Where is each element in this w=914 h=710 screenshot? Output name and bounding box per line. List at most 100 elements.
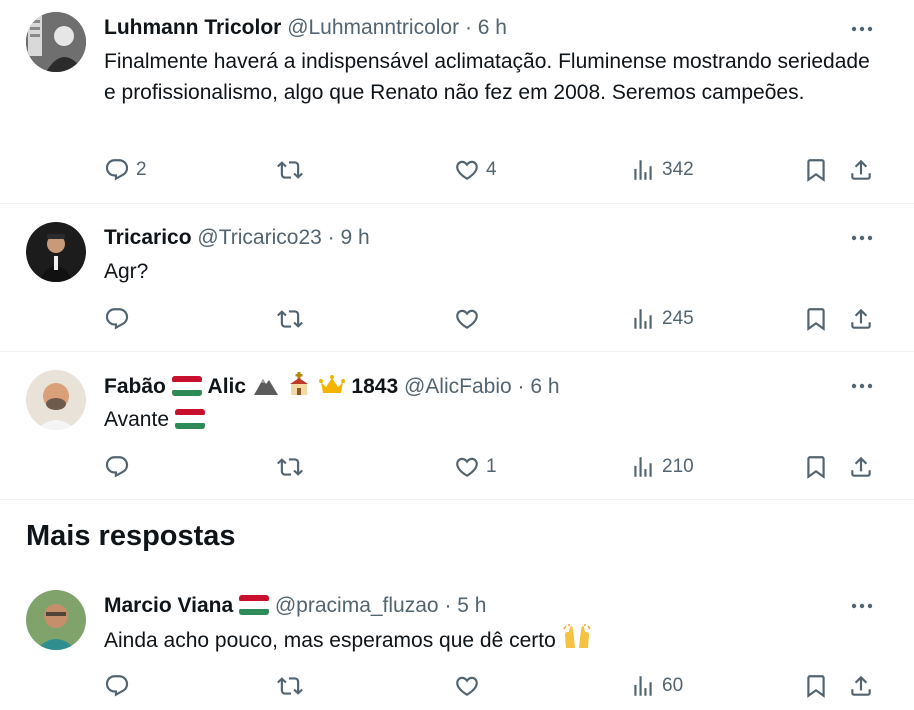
- action-bar: 2 4 342: [104, 155, 878, 185]
- more-icon: [851, 603, 873, 609]
- reply-tweet[interactable]: Marcio Viana @pracima_fluzao · 5 h Ainda…: [0, 572, 914, 710]
- views-button[interactable]: 342: [630, 155, 694, 185]
- section-title: Mais respostas: [26, 520, 236, 552]
- reply-tweet[interactable]: Luhmann Tricolor @Luhmanntricolor · 6 h …: [0, 0, 914, 204]
- views-icon: [634, 676, 652, 696]
- church-icon: [289, 372, 308, 395]
- mountain-icon: [253, 379, 278, 395]
- retweet-button[interactable]: [277, 671, 309, 701]
- flag-icon: [239, 595, 270, 615]
- heart-icon: [456, 309, 478, 329]
- share-button[interactable]: [848, 671, 874, 701]
- crown-icon: [318, 375, 345, 393]
- share-button[interactable]: [848, 155, 874, 185]
- share-icon: [851, 159, 871, 180]
- like-button[interactable]: 1: [454, 452, 497, 482]
- raised-hands-icon: [563, 624, 591, 648]
- views-button[interactable]: 245: [630, 304, 694, 334]
- reply-button[interactable]: [104, 452, 136, 482]
- views-count: 60: [662, 675, 684, 696]
- retweet-icon: [277, 161, 303, 179]
- tweet-text-content: Avante: [104, 408, 169, 431]
- tweet-text: Avante: [104, 404, 874, 435]
- separator: ·: [464, 16, 472, 39]
- views-icon: [634, 457, 652, 477]
- avatar[interactable]: [26, 222, 86, 282]
- bookmark-button[interactable]: [803, 155, 829, 185]
- reply-icon: [105, 456, 129, 478]
- tweet-text: Finalmente haverá a indispensável aclima…: [104, 50, 870, 104]
- retweet-icon: [277, 310, 303, 328]
- more-button[interactable]: [850, 374, 874, 398]
- views-button[interactable]: 210: [630, 452, 694, 482]
- like-button[interactable]: [454, 671, 486, 701]
- reply-button[interactable]: [104, 304, 136, 334]
- author-name[interactable]: Luhmann Tricolor: [104, 16, 281, 39]
- like-button[interactable]: 4: [454, 155, 497, 185]
- views-count: 245: [662, 308, 694, 329]
- more-icon: [851, 235, 873, 241]
- heart-icon: [456, 160, 478, 180]
- heart-icon: [456, 457, 478, 477]
- avatar[interactable]: [26, 590, 86, 650]
- reply-tweet[interactable]: Tricarico @Tricarico23 · 9 h Agr? 245: [0, 204, 914, 352]
- retweet-button[interactable]: [277, 155, 309, 185]
- reply-button[interactable]: 2: [104, 155, 147, 185]
- action-bar: 60: [104, 671, 878, 701]
- author-name[interactable]: Fabão: [104, 375, 166, 398]
- bookmark-icon: [807, 159, 825, 182]
- timestamp[interactable]: 5 h: [457, 594, 486, 617]
- author-name[interactable]: Marcio Viana: [104, 594, 233, 617]
- author-name[interactable]: Alic: [208, 375, 247, 398]
- separator: ·: [327, 226, 335, 249]
- timestamp[interactable]: 6 h: [478, 16, 507, 39]
- views-button[interactable]: 60: [630, 671, 683, 701]
- retweet-icon: [277, 677, 303, 695]
- bookmark-button[interactable]: [803, 304, 829, 334]
- more-icon: [851, 26, 873, 32]
- tweet-text: Ainda acho pouco, mas esperamos que dê c…: [104, 624, 874, 656]
- like-count: 4: [486, 159, 497, 180]
- retweet-button[interactable]: [277, 452, 309, 482]
- retweet-icon: [277, 458, 303, 476]
- timestamp[interactable]: 9 h: [341, 226, 370, 249]
- more-icon: [851, 383, 873, 389]
- more-button[interactable]: [850, 226, 874, 250]
- reply-tweet[interactable]: Fabão Alic 1843 @AlicFabio · 6 h Avante …: [0, 352, 914, 500]
- action-bar: 245: [104, 304, 878, 334]
- reply-button[interactable]: [104, 671, 136, 701]
- author-name[interactable]: 1843: [351, 375, 398, 398]
- bookmark-button[interactable]: [803, 452, 829, 482]
- share-button[interactable]: [848, 452, 874, 482]
- bookmark-icon: [807, 308, 825, 331]
- share-button[interactable]: [848, 304, 874, 334]
- views-count: 210: [662, 456, 694, 477]
- author-handle[interactable]: @Tricarico23: [197, 226, 321, 249]
- tweet-text-content: Ainda acho pouco, mas esperamos que dê c…: [104, 629, 556, 652]
- share-icon: [851, 675, 871, 696]
- flag-icon: [171, 376, 202, 396]
- timestamp[interactable]: 6 h: [530, 375, 559, 398]
- bookmark-button[interactable]: [803, 671, 829, 701]
- author-handle[interactable]: @AlicFabio: [404, 375, 512, 398]
- avatar[interactable]: [26, 12, 86, 72]
- reply-icon: [105, 308, 129, 330]
- heart-icon: [456, 676, 478, 696]
- bookmark-icon: [807, 456, 825, 479]
- like-button[interactable]: [454, 304, 486, 334]
- views-icon: [634, 309, 652, 329]
- share-icon: [851, 456, 871, 477]
- author-handle[interactable]: @pracima_fluzao: [275, 594, 439, 617]
- reply-icon: [105, 159, 129, 181]
- bookmark-icon: [807, 675, 825, 698]
- author-handle[interactable]: @Luhmanntricolor: [287, 16, 459, 39]
- more-button[interactable]: [850, 17, 874, 41]
- share-icon: [851, 308, 871, 329]
- author-name[interactable]: Tricarico: [104, 226, 192, 249]
- reply-count: 2: [136, 159, 147, 180]
- flag-icon: [174, 409, 205, 429]
- retweet-button[interactable]: [277, 304, 309, 334]
- reply-icon: [105, 675, 129, 697]
- avatar[interactable]: [26, 370, 86, 430]
- more-button[interactable]: [850, 594, 874, 618]
